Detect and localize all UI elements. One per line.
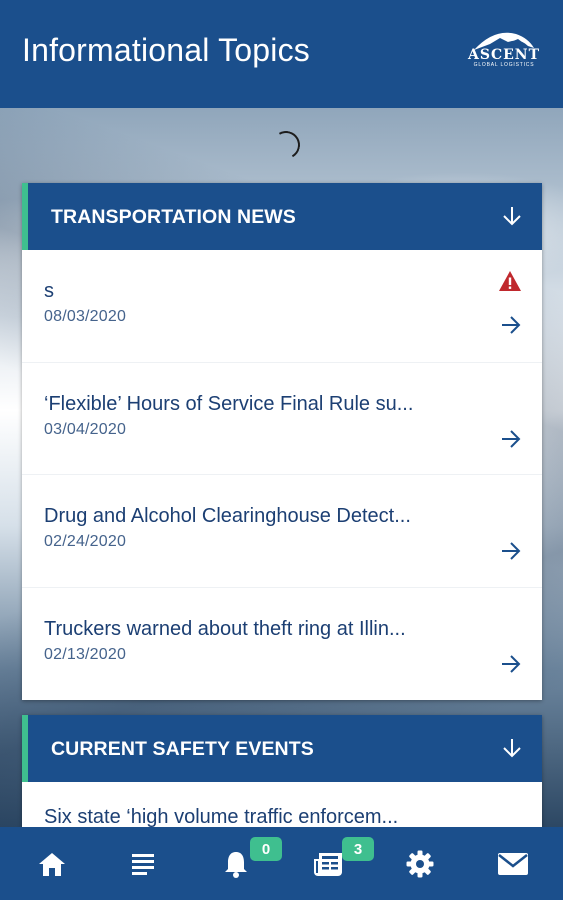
tab-messages[interactable] [496,849,530,879]
transportation-news-header[interactable]: TRANSPORTATION NEWS [22,183,542,250]
news-item-date: 03/04/2020 [44,420,127,438]
news-item[interactable]: Truckers warned about theft ring at Illi… [22,588,542,701]
page-title: Informational Topics [22,32,310,68]
mail-icon [498,853,528,875]
logo-tagline: GLOBAL LOGISTICS [473,62,535,68]
news-item-title: ‘Flexible’ Hours of Service Final Rule s… [44,392,414,415]
news-item-date: 08/03/2020 [44,308,127,325]
notifications-badge: 0 [250,837,282,861]
transportation-news-card: TRANSPORTATION NEWS s 08/03/2020 ‘Flexib… [22,183,542,700]
list-icon [132,854,154,875]
section-title: TRANSPORTATION NEWS [51,206,296,228]
news-item-title: s [44,280,54,302]
current-safety-events-header[interactable]: CURRENT SAFETY EVENTS [22,715,542,782]
arrow-right-icon[interactable] [500,540,522,562]
tab-news[interactable] [312,849,344,879]
news-item[interactable]: Drug and Alcohol Clearinghouse Detect...… [22,475,542,588]
news-item-title: Drug and Alcohol Clearinghouse Detect... [44,505,411,527]
news-item-date: 02/24/2020 [44,533,127,550]
bottom-tab-bar: 0 3 [0,827,563,900]
news-item-title: Truckers warned about theft ring at Illi… [44,617,406,640]
warning-icon [499,271,521,291]
logo-word: ASCENT [467,47,540,63]
arrow-down-icon[interactable] [500,204,524,228]
current-safety-events-card: CURRENT SAFETY EVENTS Six state ‘high vo… [22,715,542,835]
news-item[interactable]: ‘Flexible’ Hours of Service Final Rule s… [22,363,542,475]
arrow-right-icon[interactable] [500,314,522,336]
bell-icon [225,852,247,878]
tab-notifications[interactable] [220,849,252,879]
newspaper-icon [314,853,342,876]
arrow-right-icon[interactable] [500,653,522,675]
tab-topics[interactable] [128,849,160,879]
tab-settings[interactable] [404,849,436,879]
app-header: Informational Topics ASCENT GLOBAL LOGIS… [0,0,563,108]
arrow-right-icon[interactable] [500,428,522,450]
news-item[interactable]: s 08/03/2020 [22,250,542,363]
arrow-down-icon[interactable] [500,736,524,760]
home-icon [39,853,65,876]
section-title: CURRENT SAFETY EVENTS [51,738,314,760]
safety-event-title: Six state ‘high volume traffic enforcem.… [44,806,399,828]
gear-icon [406,850,434,878]
news-badge: 3 [342,837,374,861]
tab-home[interactable] [36,849,68,879]
ascent-logo: ASCENT GLOBAL LOGISTICS [462,30,546,78]
news-item-date: 02/13/2020 [44,645,127,663]
